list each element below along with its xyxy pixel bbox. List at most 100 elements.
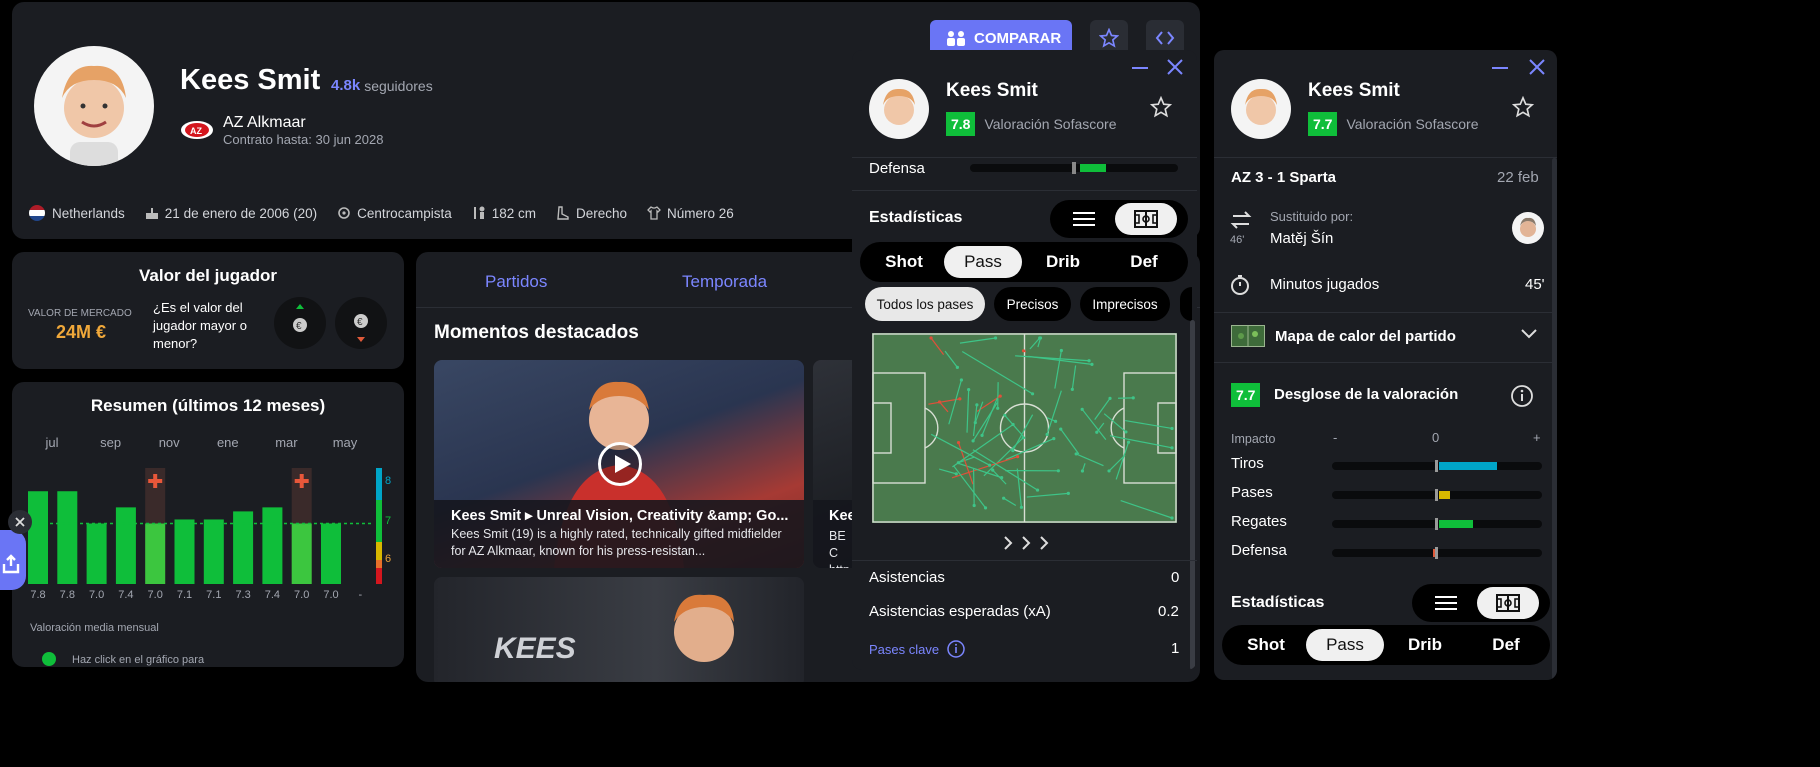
info-dot-icon	[42, 652, 56, 666]
view-toggle[interactable]	[1412, 584, 1550, 622]
pass-end	[1011, 422, 1015, 427]
scrollbar[interactable]	[1552, 158, 1557, 680]
birthday-cake-icon	[145, 206, 159, 220]
minimize-button[interactable]	[1490, 58, 1510, 78]
club-name[interactable]: AZ Alkmaar	[223, 114, 306, 132]
tab-temporada[interactable]: Temporada	[682, 272, 767, 292]
rating-bar[interactable]	[262, 507, 283, 584]
rating-bar[interactable]	[86, 523, 107, 585]
pass-end	[1124, 430, 1128, 434]
bar-value-label: 7.0	[148, 589, 163, 601]
video-card-1[interactable]: Kees Smit ▸ Unreal Vision, Creativity &a…	[434, 360, 804, 568]
match-score[interactable]: AZ 3 - 1 Sparta	[1231, 169, 1336, 186]
heatmap-label[interactable]: Mapa de calor del partido	[1275, 328, 1456, 345]
pitch-view-button[interactable]	[1115, 203, 1177, 235]
pitch-view-button[interactable]	[1477, 587, 1539, 619]
compare-icon	[946, 30, 966, 46]
tab-partidos[interactable]: Partidos	[485, 272, 547, 292]
rating-bar[interactable]	[115, 507, 136, 584]
view-toggle[interactable]	[1050, 200, 1188, 238]
minutes-label: Minutos jugados	[1270, 276, 1380, 293]
tab-pass[interactable]: Pass	[1306, 629, 1384, 661]
pass-end	[1080, 407, 1084, 411]
breakdown-row-label: Defensa	[1231, 542, 1287, 559]
video-card-3[interactable]: KEES	[434, 577, 804, 682]
svg-text:AZ: AZ	[190, 126, 202, 136]
play-icon	[614, 454, 632, 474]
pass-map-pitch[interactable]	[872, 333, 1177, 523]
defense-bar-fill	[1080, 164, 1106, 172]
substitute-player[interactable]: Matěj Šín	[1270, 230, 1333, 247]
info-icon[interactable]	[1510, 384, 1534, 408]
video-1-description: Kees Smit (19) is a highly rated, techni…	[451, 527, 782, 558]
tab-drib[interactable]: Drib	[1384, 629, 1466, 661]
breakdown-bar-zero	[1435, 489, 1438, 501]
pass-map-play-controls[interactable]	[1002, 535, 1056, 551]
summary-card: Resumen (últimos 12 meses) jul sep nov ene m…	[12, 382, 404, 667]
pass-end	[958, 397, 962, 401]
close-popup-button[interactable]	[1526, 56, 1548, 78]
stats-type-tabs[interactable]: Shot Pass Drib Def	[860, 242, 1188, 282]
tab-def[interactable]: Def	[1466, 629, 1546, 661]
tab-def[interactable]: Def	[1104, 246, 1184, 278]
chevron-down-icon[interactable]	[1520, 328, 1538, 340]
breakdown-bar-zero	[1435, 547, 1438, 559]
share-widget[interactable]	[0, 530, 26, 590]
tab-pass[interactable]: Pass	[944, 246, 1022, 278]
star-icon	[1512, 96, 1534, 118]
rating-bar[interactable]	[233, 511, 254, 584]
breakdown-label: Desglose de la valoración	[1274, 386, 1459, 403]
popup-avatar	[1231, 79, 1291, 139]
accurate-pass[interactable]	[972, 468, 975, 506]
pass-end	[1053, 419, 1058, 423]
key-passes-label[interactable]: Pases clave	[869, 642, 939, 657]
list-view-button[interactable]	[1053, 203, 1115, 235]
info-icon[interactable]	[947, 640, 965, 658]
pitch-icon	[1134, 210, 1158, 228]
scrollbar[interactable]	[1190, 320, 1195, 670]
popup-rating: 7.7 Valoración Sofascore	[1308, 112, 1479, 136]
substitute-avatar[interactable]	[1512, 212, 1544, 244]
tab-shot[interactable]: Shot	[1226, 629, 1306, 661]
pass-end	[1090, 362, 1094, 367]
pitch-icon	[1496, 594, 1520, 612]
pass-end	[956, 440, 961, 445]
rating-bar[interactable]	[321, 523, 341, 585]
rating-bar[interactable]	[57, 491, 78, 584]
heatmap-toggle[interactable]: Mapa de calor del partido	[1231, 324, 1547, 348]
vote-higher-button[interactable]: €	[274, 297, 326, 349]
stats-type-tabs[interactable]: Shot Pass Drib Def	[1222, 625, 1550, 665]
rating-scale-label: 8	[385, 475, 391, 487]
rating-bar[interactable]	[203, 519, 224, 584]
height-icon	[472, 205, 486, 221]
pass-end	[1019, 505, 1024, 509]
minimize-button[interactable]	[1130, 58, 1150, 78]
pass-end	[996, 406, 1000, 410]
pass-end	[1170, 426, 1174, 431]
club-logo[interactable]: AZ	[180, 120, 214, 140]
filter-more[interactable]	[1180, 287, 1192, 321]
filter-inaccurate[interactable]: Imprecisos	[1080, 287, 1170, 321]
tab-shot[interactable]: Shot	[864, 246, 944, 278]
bar-value-label: 7.4	[265, 589, 280, 601]
key-passes-row[interactable]: Pases clave	[869, 640, 965, 658]
rating-scale-segment	[376, 468, 382, 500]
filter-accurate[interactable]: Precisos	[994, 287, 1071, 321]
rating-bar[interactable]	[28, 491, 48, 584]
follow-star-button[interactable]	[1150, 96, 1172, 118]
vote-lower-button[interactable]: €	[335, 297, 387, 349]
play-button[interactable]	[598, 442, 642, 486]
tab-drib[interactable]: Drib	[1022, 246, 1104, 278]
rating-bar[interactable]	[291, 523, 312, 585]
filter-all-passes[interactable]: Todos los pases	[865, 287, 985, 321]
close-widget-button[interactable]	[8, 510, 32, 534]
follow-star-button[interactable]	[1512, 96, 1534, 118]
close-popup-button[interactable]	[1164, 56, 1186, 78]
rating-label: Valoración Sofascore	[984, 116, 1117, 132]
list-view-button[interactable]	[1415, 587, 1477, 619]
rating-bar[interactable]	[145, 523, 166, 585]
rating-bar[interactable]	[174, 519, 195, 584]
share-icon	[2, 554, 22, 576]
pass-end	[1016, 455, 1020, 459]
month-label: may	[333, 435, 358, 450]
